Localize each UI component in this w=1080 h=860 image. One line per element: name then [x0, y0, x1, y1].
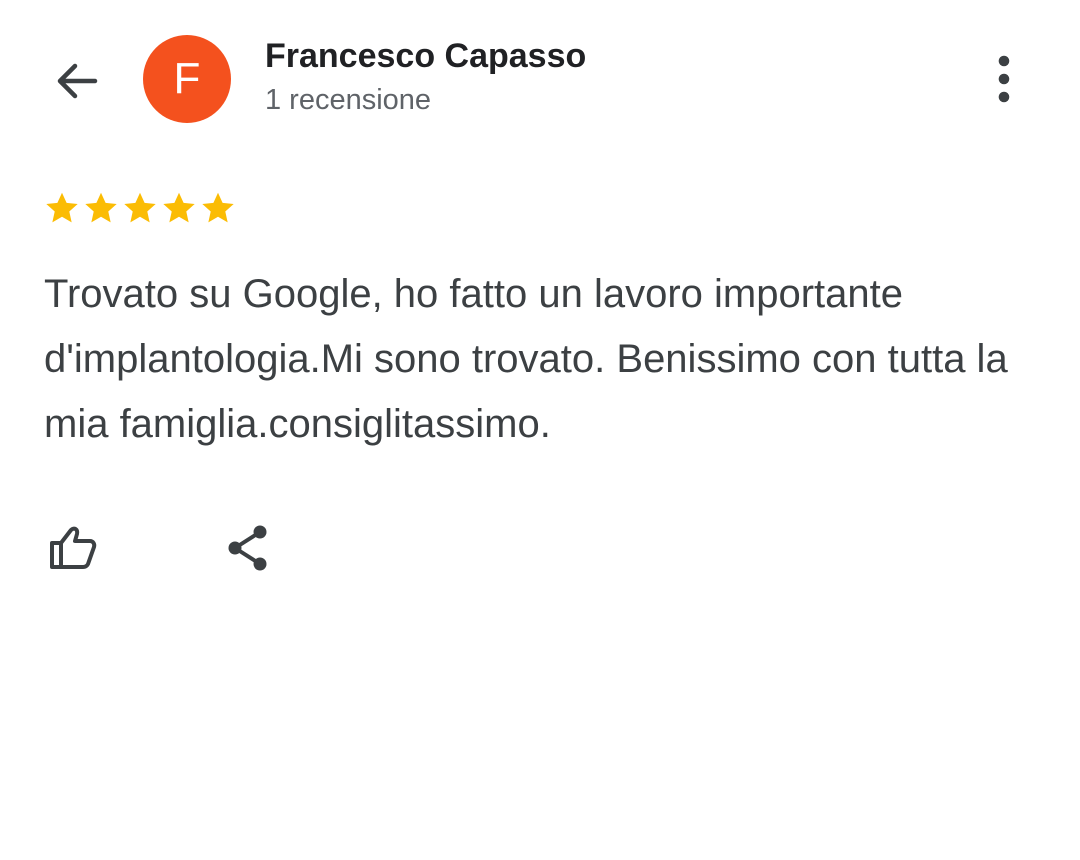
share-button[interactable]	[213, 513, 283, 583]
back-button[interactable]	[46, 50, 108, 112]
star-icon	[85, 192, 117, 223]
star-icon	[163, 192, 195, 223]
thumb-up-icon	[50, 526, 97, 569]
more-vertical-icon	[998, 55, 1010, 103]
star-icon	[124, 192, 156, 223]
reviewer-name[interactable]: Francesco Capasso	[265, 35, 586, 77]
review-actions	[0, 505, 1080, 595]
star-icon	[46, 192, 78, 223]
star-rating	[43, 188, 237, 230]
review-text: Trovato su Google, ho fatto un lavoro im…	[44, 272, 1008, 446]
like-button[interactable]	[38, 513, 108, 583]
more-options-button[interactable]	[975, 50, 1033, 108]
share-icon	[228, 525, 267, 571]
arrow-left-icon	[57, 63, 98, 99]
star-icon	[202, 192, 234, 223]
reviewer-review-count: 1 recensione	[265, 84, 432, 116]
avatar[interactable]: F	[143, 35, 231, 123]
avatar-letter: F	[173, 54, 201, 103]
review-header: F Francesco Capasso 1 recensione	[0, 0, 1080, 160]
